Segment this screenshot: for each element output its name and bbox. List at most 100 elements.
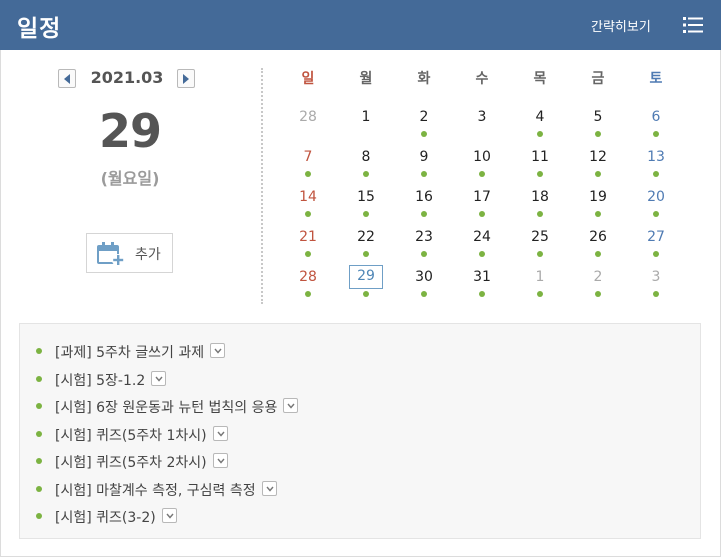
calendar-day[interactable]: 1 xyxy=(337,106,395,146)
calendar-day-today[interactable]: 29 xyxy=(337,265,395,306)
day-number: 10 xyxy=(473,149,491,165)
divider xyxy=(261,68,263,304)
calendar-day[interactable]: 1 xyxy=(511,266,569,306)
day-number: 31 xyxy=(473,269,491,285)
expand-toggle-button[interactable] xyxy=(213,453,228,468)
calendar-day[interactable]: 16 xyxy=(395,186,453,226)
calendar-day[interactable]: 15 xyxy=(337,186,395,226)
event-dot xyxy=(421,131,427,137)
event-dot xyxy=(363,251,369,257)
event-dot xyxy=(421,251,427,257)
event-item[interactable]: [시험] 마찰계수 측정, 구심력 측정 xyxy=(20,478,660,500)
calendar-day[interactable]: 13 xyxy=(627,146,685,186)
calendar-day[interactable]: 30 xyxy=(395,266,453,306)
event-dot xyxy=(653,171,659,177)
day-number: 22 xyxy=(357,229,375,245)
prev-month-button[interactable] xyxy=(58,69,76,88)
chevron-down-icon xyxy=(217,458,225,464)
day-number: 17 xyxy=(473,189,491,205)
event-bullet xyxy=(36,513,42,519)
chevron-down-icon xyxy=(266,486,274,492)
add-button-label: 추가 xyxy=(135,247,161,263)
calendar-day[interactable]: 7 xyxy=(279,146,337,186)
add-schedule-button[interactable]: 추가 xyxy=(86,233,173,273)
weekday-header: 일 xyxy=(301,71,315,87)
day-number: 24 xyxy=(473,229,491,245)
calendar-day[interactable]: 14 xyxy=(279,186,337,226)
calendar-day[interactable]: 2 xyxy=(569,266,627,306)
calendar-day[interactable]: 11 xyxy=(511,146,569,186)
chevron-down-icon xyxy=(287,403,295,409)
day-number: 20 xyxy=(647,189,665,205)
calendar-day[interactable]: 3 xyxy=(453,106,511,146)
calendar-day[interactable]: 5 xyxy=(569,106,627,146)
weekday-header: 수 xyxy=(475,71,489,87)
event-item[interactable]: [시험] 5장-1.2 xyxy=(20,368,660,390)
calendar-day[interactable]: 22 xyxy=(337,226,395,266)
calendar-day[interactable]: 4 xyxy=(511,106,569,146)
next-month-button[interactable] xyxy=(177,69,195,88)
day-number: 23 xyxy=(415,229,433,245)
calendar-day[interactable]: 10 xyxy=(453,146,511,186)
calendar-day[interactable]: 28 xyxy=(279,106,337,146)
calendar-day[interactable]: 21 xyxy=(279,226,337,266)
event-item[interactable]: [시험] 퀴즈(5주차 1차시) xyxy=(20,423,660,445)
page-title: 일정 xyxy=(17,16,62,42)
event-dot xyxy=(363,211,369,217)
calendar-day[interactable]: 12 xyxy=(569,146,627,186)
calendar-day[interactable]: 23 xyxy=(395,226,453,266)
calendar-day[interactable]: 9 xyxy=(395,146,453,186)
selected-day: 29 xyxy=(98,104,162,158)
event-dot xyxy=(479,211,485,217)
event-bullet xyxy=(36,485,42,492)
chevron-down-icon xyxy=(214,348,222,354)
calendar-day[interactable]: 25 xyxy=(511,226,569,266)
day-number: 3 xyxy=(477,109,487,125)
calendar-day[interactable]: 20 xyxy=(627,186,685,226)
calendar-day[interactable]: 17 xyxy=(453,186,511,226)
day-number: 5 xyxy=(593,109,603,125)
list-icon[interactable] xyxy=(683,16,703,34)
expand-toggle-button[interactable] xyxy=(210,343,225,358)
event-dot xyxy=(305,251,311,257)
event-dot xyxy=(479,171,485,177)
calendar-day[interactable]: 24 xyxy=(453,226,511,266)
calendar-day[interactable]: 8 xyxy=(337,146,395,186)
calendar-day[interactable]: 19 xyxy=(569,186,627,226)
expand-toggle-button[interactable] xyxy=(162,508,177,523)
calendar-day[interactable]: 3 xyxy=(627,266,685,306)
calendar-day[interactable]: 26 xyxy=(569,226,627,266)
day-number: 9 xyxy=(419,149,429,165)
day-number: 28 xyxy=(299,269,317,285)
event-bullet xyxy=(36,458,42,464)
simple-view-button[interactable]: 간략히보기 xyxy=(591,16,651,35)
header-bar: 일정 간략히보기 xyxy=(0,0,721,50)
expand-toggle-button[interactable] xyxy=(213,425,228,441)
event-dot xyxy=(421,171,427,177)
calendar-day[interactable]: 31 xyxy=(453,266,511,306)
event-dot xyxy=(653,131,659,137)
event-item[interactable]: [과제] 5주차 글쓰기 과제 xyxy=(20,340,660,362)
calendar-day[interactable]: 27 xyxy=(627,226,685,266)
expand-toggle-button[interactable] xyxy=(262,480,277,496)
event-item[interactable]: [시험] 퀴즈(5주차 2차시) xyxy=(20,450,660,472)
day-number: 1 xyxy=(535,269,545,285)
event-item[interactable]: [시험] 퀴즈(3-2) xyxy=(20,505,660,527)
calendar-day[interactable]: 28 xyxy=(279,266,337,306)
calendar-day[interactable]: 2 xyxy=(395,106,453,146)
expand-toggle-button[interactable] xyxy=(283,398,298,413)
day-number: 13 xyxy=(647,149,665,165)
event-dot xyxy=(305,291,311,297)
event-item[interactable]: [시험] 6장 원운동과 뉴턴 법칙의 응용 xyxy=(20,395,660,417)
selected-weekday: (월요일) xyxy=(100,169,160,188)
day-number: 29 xyxy=(349,265,383,289)
day-number: 19 xyxy=(589,189,607,205)
expand-toggle-button[interactable] xyxy=(151,370,166,386)
chevron-down-icon xyxy=(217,431,225,437)
calendar-day[interactable]: 18 xyxy=(511,186,569,226)
caret-left-icon xyxy=(64,74,70,84)
day-number: 18 xyxy=(531,189,549,205)
event-dot xyxy=(537,131,543,137)
calendar-day[interactable]: 6 xyxy=(627,106,685,146)
event-dot xyxy=(363,291,369,297)
